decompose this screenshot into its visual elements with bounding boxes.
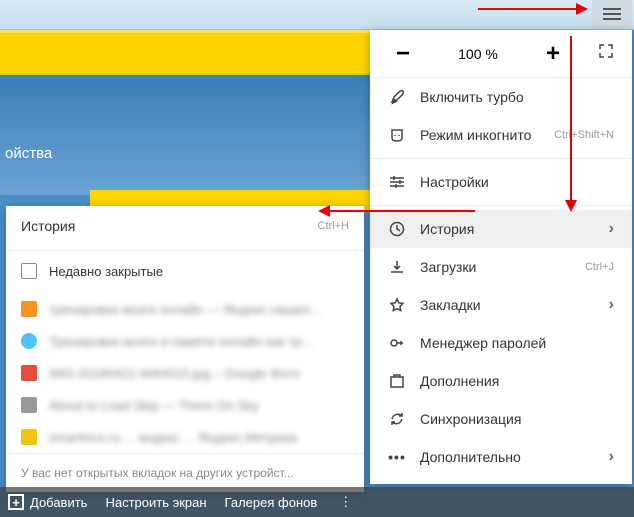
fullscreen-icon[interactable] <box>598 43 614 64</box>
more-icon: ••• <box>388 448 406 466</box>
history-entry[interactable]: тренировка мозга онлайн — Яндекс нашел..… <box>6 293 364 325</box>
zoom-out-button[interactable]: − <box>388 40 418 68</box>
zoom-value: 100 % <box>418 46 538 62</box>
history-submenu: История Ctrl+H Недавно закрытые трениров… <box>6 206 364 492</box>
menu-shortcut: Ctrl+Shift+N <box>554 129 614 141</box>
menu-label: Синхронизация <box>420 411 614 427</box>
menu-label: Дополнительно <box>420 449 605 465</box>
menu-shortcut: Ctrl+J <box>585 261 614 273</box>
menu-label: Настройки <box>420 174 614 190</box>
menu-passwords[interactable]: Менеджер паролей <box>370 324 632 362</box>
submenu-shortcut: Ctrl+H <box>318 220 349 232</box>
history-entry[interactable]: IMG-20180421-WA0015.jpg – Google Фото <box>6 357 364 389</box>
menu-label: Режим инкогнито <box>420 127 554 143</box>
menu-more[interactable]: ••• Дополнительно › <box>370 438 632 476</box>
submenu-header[interactable]: История Ctrl+H <box>6 206 364 246</box>
search-band <box>0 30 370 75</box>
submenu-title: История <box>21 218 318 234</box>
configure-label: Настроить экран <box>105 495 206 510</box>
main-menu: − 100 % + Включить турбо Режим инкогнито… <box>370 30 632 484</box>
menu-downloads[interactable]: Загрузки Ctrl+J <box>370 248 632 286</box>
add-label: Добавить <box>30 495 87 510</box>
tab-label[interactable]: ойства <box>5 145 52 162</box>
favicon <box>21 397 37 413</box>
chevron-right-icon: › <box>609 296 614 314</box>
menu-label: Закладки <box>420 297 605 313</box>
sync-icon <box>388 410 406 428</box>
extensions-icon <box>388 372 406 390</box>
favicon <box>21 429 37 445</box>
favicon <box>21 333 37 349</box>
menu-sync[interactable]: Синхронизация <box>370 400 632 438</box>
history-icon <box>388 220 406 238</box>
plus-icon: + <box>8 494 24 510</box>
tabs-icon <box>21 263 37 279</box>
menu-label: Загрузки <box>420 259 585 275</box>
recently-closed[interactable]: Недавно закрытые <box>6 255 364 287</box>
key-icon <box>388 334 406 352</box>
zoom-row: − 100 % + <box>370 30 632 78</box>
entry-title: Тренировка мозга и памяти онлайн как тр.… <box>49 334 312 349</box>
menu-label: История <box>420 221 605 237</box>
favicon <box>21 301 37 317</box>
menu-label: Менеджер паролей <box>420 335 614 351</box>
zoom-in-button[interactable]: + <box>538 40 568 68</box>
gallery-label: Галерея фонов <box>225 495 318 510</box>
menu-extensions[interactable]: Дополнения <box>370 362 632 400</box>
menu-turbo[interactable]: Включить турбо <box>370 78 632 116</box>
history-entry[interactable]: Тренировка мозга и памяти онлайн как тр.… <box>6 325 364 357</box>
background-sky <box>0 75 370 195</box>
menu-label: Включить турбо <box>420 89 614 105</box>
entry-title: About to Load Skip — There On Sky <box>49 398 259 413</box>
incognito-icon <box>388 126 406 144</box>
background-gallery[interactable]: Галерея фонов <box>225 495 318 510</box>
menu-label: Дополнения <box>420 373 614 389</box>
bottom-bar: +Добавить Настроить экран Галерея фонов … <box>0 487 634 517</box>
history-entry[interactable]: About to Load Skip — There On Sky <box>6 389 364 421</box>
menu-bookmarks[interactable]: Закладки › <box>370 286 632 324</box>
entry-title: smarttrics.ru ... андекс ... Яндекс.Метр… <box>49 430 297 445</box>
menu-incognito[interactable]: Режим инкогнито Ctrl+Shift+N <box>370 116 632 154</box>
menu-history[interactable]: История › <box>370 210 632 248</box>
entry-title: тренировка мозга онлайн — Яндекс нашел..… <box>49 302 321 317</box>
kebab-icon[interactable]: ⋮ <box>339 494 352 510</box>
favicon <box>21 365 37 381</box>
rocket-icon <box>388 88 406 106</box>
window-titlebar <box>0 0 634 30</box>
entry-title: IMG-20180421-WA0015.jpg – Google Фото <box>49 366 300 381</box>
sliders-icon <box>388 173 406 191</box>
menu-settings[interactable]: Настройки <box>370 163 632 201</box>
configure-screen[interactable]: Настроить экран <box>105 495 206 510</box>
star-icon <box>388 296 406 314</box>
chevron-right-icon: › <box>609 220 614 238</box>
hamburger-button[interactable] <box>592 0 632 28</box>
history-entry[interactable]: smarttrics.ru ... андекс ... Яндекс.Метр… <box>6 421 364 453</box>
download-icon <box>388 258 406 276</box>
chevron-right-icon: › <box>609 448 614 466</box>
recently-closed-label: Недавно закрытые <box>49 264 163 279</box>
add-button[interactable]: + Добавить <box>8 494 87 510</box>
